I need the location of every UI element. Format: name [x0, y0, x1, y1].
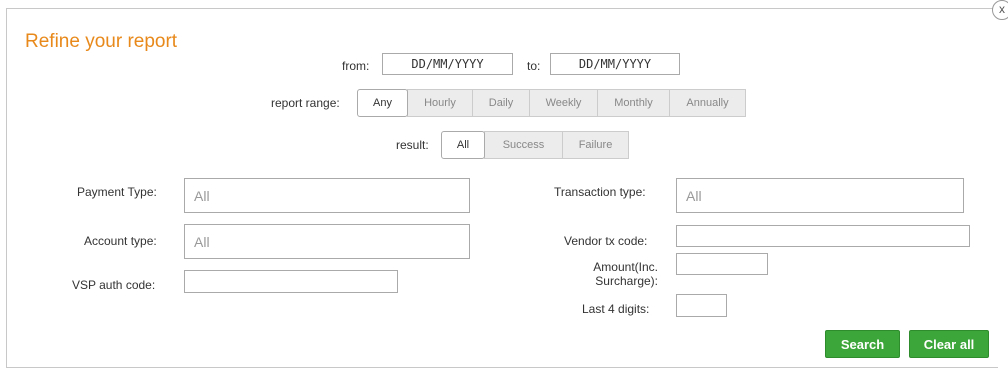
vsp-auth-code-input[interactable] — [184, 270, 398, 293]
report-range-weekly[interactable]: Weekly — [529, 89, 598, 117]
amount-label-line2: Surcharge): — [595, 274, 658, 288]
amount-label-line1: Amount(Inc. — [593, 260, 658, 274]
report-range-label: report range: — [271, 96, 340, 110]
last4-label: Last 4 digits: — [582, 302, 650, 316]
last4-input[interactable] — [676, 294, 727, 317]
result-label: result: — [396, 138, 429, 152]
to-label: to: — [527, 59, 541, 73]
report-range-hourly[interactable]: Hourly — [407, 89, 473, 117]
dialog-title: Refine your report — [25, 31, 178, 52]
account-type-label: Account type: — [84, 234, 157, 248]
result-success[interactable]: Success — [484, 131, 563, 159]
vsp-auth-code-label: VSP auth code: — [72, 278, 156, 292]
from-date-input[interactable]: DD/MM/YYYY — [382, 53, 513, 75]
search-button[interactable]: Search — [825, 330, 900, 358]
result-all[interactable]: All — [441, 131, 485, 159]
payment-type-label: Payment Type: — [77, 185, 157, 199]
vendor-tx-code-input[interactable] — [676, 225, 970, 247]
to-date-input[interactable]: DD/MM/YYYY — [550, 53, 680, 75]
report-range-daily[interactable]: Daily — [472, 89, 530, 117]
account-type-select[interactable]: All — [184, 224, 470, 259]
amount-input[interactable] — [676, 253, 768, 275]
report-range-any[interactable]: Any — [357, 89, 408, 117]
from-label: from: — [342, 59, 370, 73]
vendor-tx-code-label: Vendor tx code: — [564, 234, 648, 248]
report-range-monthly[interactable]: Monthly — [597, 89, 670, 117]
report-range-segmented: Any Hourly Daily Weekly Monthly Annually — [357, 89, 746, 117]
result-segmented: All Success Failure — [441, 131, 629, 159]
payment-type-select[interactable]: All — [184, 178, 470, 213]
transaction-type-select[interactable]: All — [676, 178, 964, 213]
close-icon[interactable]: x — [992, 0, 1008, 20]
report-range-annually[interactable]: Annually — [669, 89, 746, 117]
transaction-type-label: Transaction type: — [554, 185, 646, 199]
clear-all-button[interactable]: Clear all — [909, 330, 989, 358]
result-failure[interactable]: Failure — [562, 131, 629, 159]
